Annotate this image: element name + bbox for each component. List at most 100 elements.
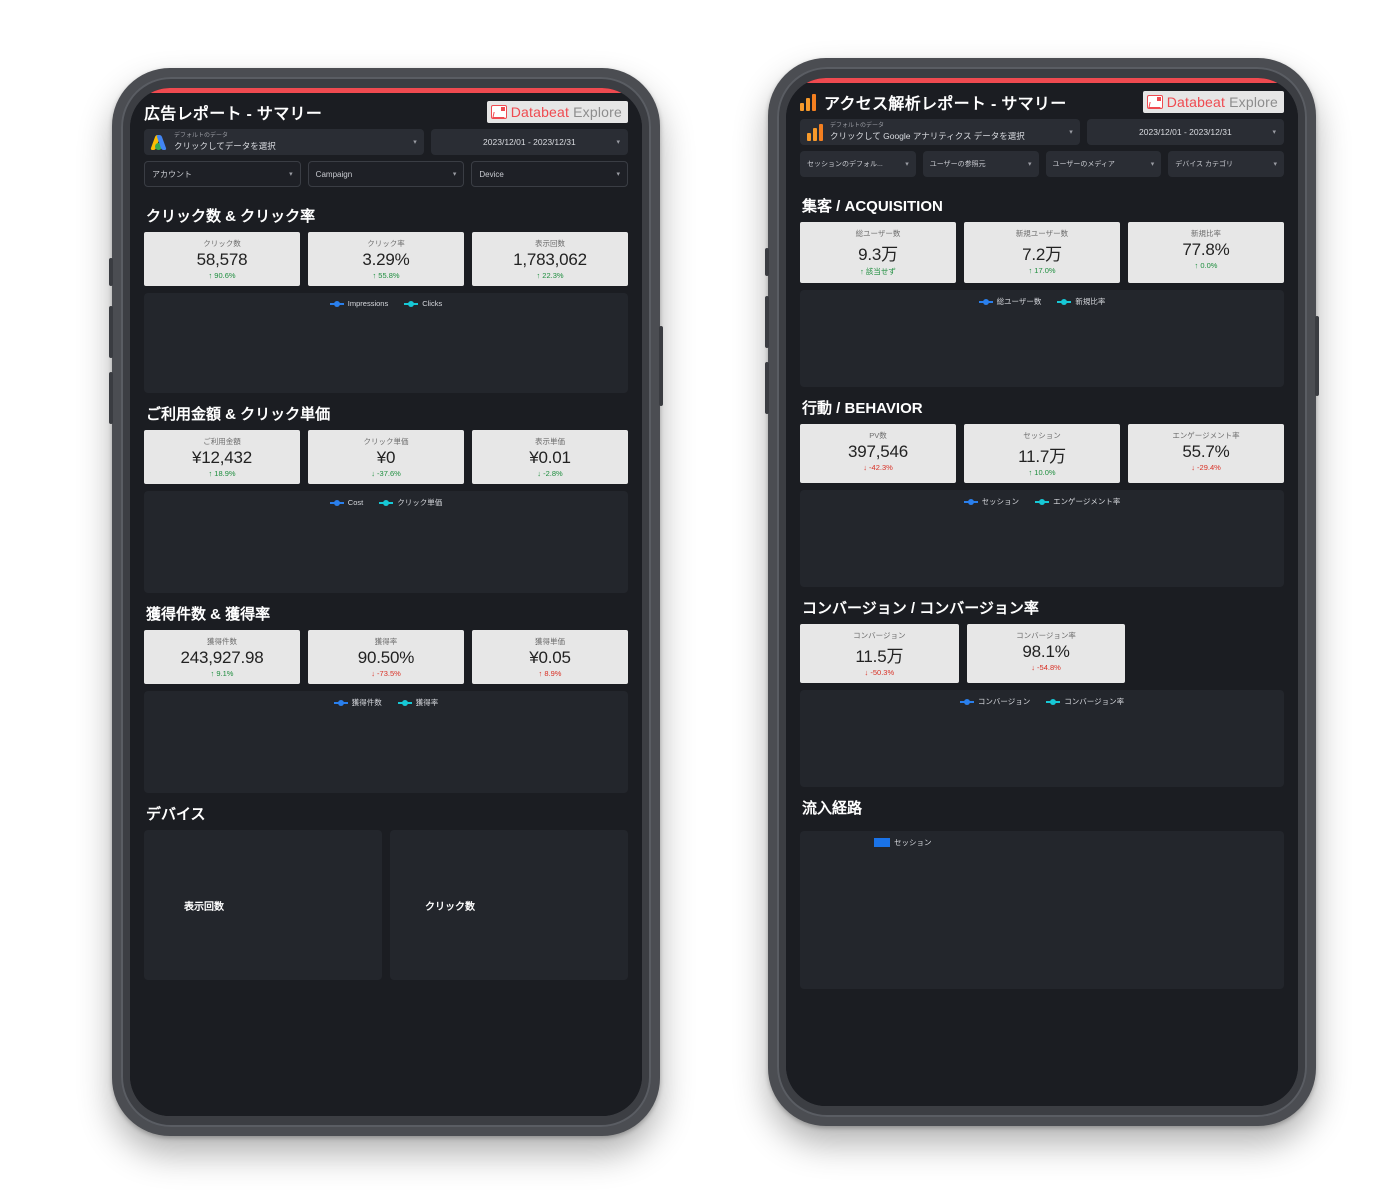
chevron-down-icon: ▾ (1069, 129, 1073, 136)
x-axis-labels-bottom (806, 382, 1278, 383)
data-source-selector[interactable]: デフォルトのデータ クリックしてデータを選択 ▾ (144, 129, 424, 155)
filter-device-category[interactable]: デバイス カテゴリ ▾ (1168, 151, 1284, 177)
kpi-row-conversion: コンバージョン 11.5万 ↓ -50.3% コンバージョン率 98.1% ↓ … (786, 624, 1298, 683)
screenshot-stage: 広告レポート - サマリー Databeat Explore デフォルトのデータ… (0, 0, 1400, 1200)
phone-volume-up-button[interactable] (109, 306, 113, 358)
date-range-selector[interactable]: 2023/12/01 - 2023/12/31 ▾ (1086, 119, 1284, 145)
legend-item[interactable]: Impressions (329, 299, 389, 308)
kpi-delta: ↓ -42.3% (863, 463, 893, 472)
data-source-selector[interactable]: デフォルトのデータ クリックして Google アナリティクス データを選択 ▾ (800, 119, 1080, 145)
phone-mute-switch[interactable] (109, 258, 113, 286)
legend-item[interactable]: Clicks (404, 299, 442, 308)
phone-screen-right: アクセス解析レポート - サマリー Databeat Explore デフォルト… (786, 78, 1298, 1106)
kpi-card: 表示回数 1,783,062 ↑ 22.3% (472, 232, 628, 286)
kpi-card: コンバージョン率 98.1% ↓ -54.8% (966, 624, 1126, 683)
kpi-label: コンバージョン (853, 631, 906, 640)
kpi-delta: ↑ 0.0% (1194, 261, 1218, 270)
chart-legend: Impressions Clicks (150, 299, 622, 308)
chevron-down-icon: ▾ (413, 139, 417, 146)
kpi-card: 獲得率 90.50% ↓ -73.5% (308, 630, 464, 684)
legend-label: Impressions (347, 299, 389, 308)
data-source-row: デフォルトのデータ クリックしてデータを選択 ▾ 2023/12/01 - 20… (130, 127, 642, 159)
kpi-card: 新規比率 77.8% ↑ 0.0% (1128, 222, 1284, 283)
data-source-label: クリックして Google アナリティクス データを選択 (830, 130, 1025, 141)
kpi-label: 獲得件数 (207, 637, 237, 646)
kpi-delta: ↓ -29.4% (1191, 463, 1221, 472)
legend-item[interactable]: コンバージョン (959, 696, 1030, 707)
legend-item[interactable]: クリック単価 (379, 497, 442, 508)
kpi-label: クリック単価 (363, 437, 409, 446)
legend-item[interactable]: コンバージョン率 (1046, 696, 1124, 707)
legend-marker-icon (397, 699, 412, 706)
filter-campaign[interactable]: Campaign ▾ (307, 161, 465, 187)
kpi-value: 90.50% (357, 648, 415, 667)
legend-item[interactable]: Cost (329, 497, 364, 508)
legend-label: 新規比率 (1075, 297, 1106, 306)
kpi-label: クリック率 (367, 239, 405, 248)
legend-item[interactable]: 新規比率 (1057, 296, 1105, 307)
legend-label: Cost (347, 498, 364, 507)
legend-marker-icon (333, 699, 348, 706)
filter-user-source[interactable]: ユーザーの参照元 ▾ (922, 151, 1039, 177)
line-chart-svg (150, 510, 634, 588)
legend-item[interactable]: 獲得率 (397, 697, 438, 708)
phone-power-button[interactable] (659, 326, 663, 406)
legend-item[interactable]: 獲得件数 (333, 697, 382, 708)
kpi-delta: ↑ 該当せず (860, 267, 896, 276)
logo-brand: Databeat (1166, 94, 1226, 110)
phone-volume-up-button[interactable] (765, 296, 769, 348)
kpi-label: 表示単価 (535, 437, 565, 446)
filter-user-medium[interactable]: ユーザーのメディア ▾ (1045, 151, 1162, 177)
kpi-card: PV数 397,546 ↓ -42.3% (800, 424, 956, 483)
legend-item[interactable]: セッション (963, 496, 1019, 507)
databeat-mark-icon (490, 105, 507, 119)
x-axis-labels-bottom (806, 782, 1278, 783)
kpi-card: 新規ユーザー数 7.2万 ↑ 17.0% (964, 222, 1120, 283)
kpi-card: セッション 11.7万 ↑ 10.0% (964, 424, 1120, 483)
section-title-behavior: 行動 / BEHAVIOR (802, 400, 923, 417)
phone-mute-switch[interactable] (765, 248, 769, 276)
phone-volume-down-button[interactable] (765, 362, 769, 414)
filter-device[interactable]: Device ▾ (471, 161, 629, 187)
date-range-selector[interactable]: 2023/12/01 - 2023/12/31 ▾ (430, 129, 628, 155)
kpi-value: ¥0.05 (529, 648, 571, 667)
legend-item[interactable]: 総ユーザー数 (978, 296, 1041, 307)
legend-marker-icon (1057, 298, 1072, 305)
chevron-down-icon: ▾ (1273, 161, 1277, 168)
phone-mockup-left: 広告レポート - サマリー Databeat Explore デフォルトのデータ… (109, 68, 663, 1136)
page-title: アクセス解析レポート - サマリー (824, 96, 1067, 113)
kpi-label: 新規ユーザー数 (1015, 229, 1069, 238)
date-range-value: 2023/12/01 - 2023/12/31 (1139, 127, 1232, 137)
legend-marker-icon (1035, 498, 1050, 505)
chevron-down-icon: ▾ (1027, 161, 1032, 168)
report-body: 集客 / ACQUISITION 総ユーザー数 9.3万 ↑ 該当せず 新規ユー… (786, 181, 1298, 1106)
kpi-value: ¥0.01 (529, 448, 571, 467)
kpi-delta: ↑ 55.8% (372, 271, 400, 280)
section-title-cost: ご利用金額 & クリック単価 (146, 406, 331, 423)
data-source-sublabel: デフォルトのデータ (174, 133, 229, 140)
legend-item[interactable]: エンゲージメント率 (1035, 496, 1120, 507)
legend-label: Clicks (422, 299, 443, 308)
legend-item[interactable]: セッション (874, 837, 932, 848)
data-source-sublabel: デフォルトのデータ (830, 123, 885, 130)
legend-label: セッション (894, 838, 932, 847)
legend-marker-icon (963, 498, 978, 505)
x-axis-labels (150, 788, 622, 789)
kpi-delta: ↑ 9.1% (210, 669, 234, 678)
phone-power-button[interactable] (1315, 316, 1319, 396)
logo-brand: Databeat (510, 104, 570, 120)
logo-product: Explore (573, 104, 622, 120)
filter-account[interactable]: アカウント ▾ (144, 161, 301, 187)
phone-volume-down-button[interactable] (109, 372, 113, 424)
legend-label: 獲得件数 (351, 698, 382, 707)
kpi-delta: ↓ -37.6% (371, 469, 401, 478)
date-range-value: 2023/12/01 - 2023/12/31 (483, 137, 576, 147)
legend-label: クリック単価 (397, 498, 443, 507)
chevron-down-icon: ▾ (1272, 129, 1276, 136)
filter-session-default-channel[interactable]: セッションのデフォル... ▾ (800, 151, 916, 177)
kpi-value: 11.5万 (855, 647, 904, 666)
donut-chart: クリック数 (396, 851, 504, 959)
google-analytics-icon (807, 123, 824, 141)
legend-label: エンゲージメント率 (1053, 497, 1121, 506)
kpi-delta: ↑ 90.6% (208, 271, 236, 280)
